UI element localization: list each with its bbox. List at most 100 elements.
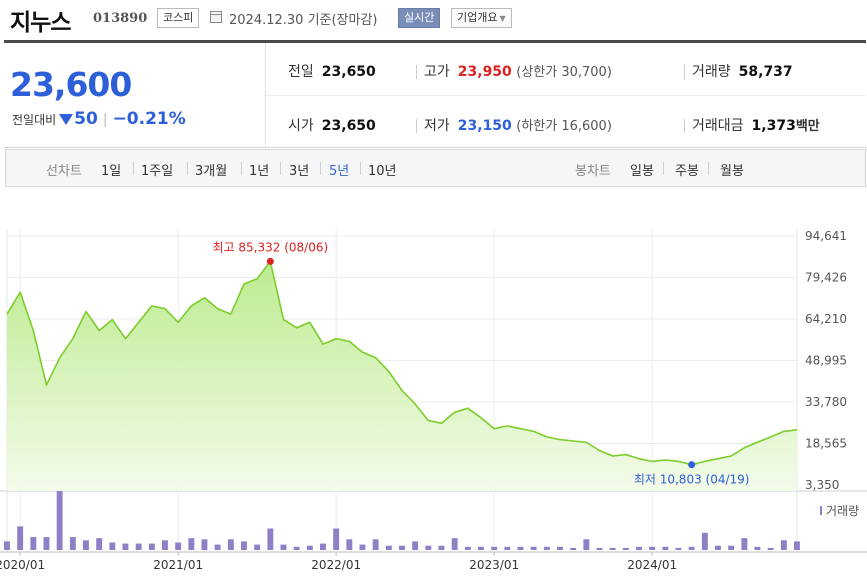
period-divider [663,162,664,175]
amount-value: 1,373 [751,118,796,134]
volume-bar [109,542,116,550]
price-chart[interactable]: 94,641 79,426 64,210 48,995 33,780 18,565 3,35… [0,188,867,578]
volume-bar [504,546,511,550]
volume-value: 58,737 [738,64,793,80]
high-value: 23,950 [457,64,512,80]
volume-bar [69,537,76,550]
volume-bar [583,539,590,550]
volume-bar [543,546,550,550]
high-price: 고가 23,950 (상한가 30,700) [424,61,612,81]
volume-bar [557,546,563,550]
min-marker [688,461,696,469]
volume-bar [320,543,326,550]
trade-amount: 거래대금 1,373백만 [692,115,820,135]
candle-monthly[interactable]: 월봉 [720,160,744,179]
company-overview-label: 기업개요 [457,11,498,24]
date-basis: 2024.12.30 기준(장마감) [229,13,378,28]
prev-close: 전일 23,650 [288,61,376,81]
volume-bar [359,544,366,550]
volume-bar [135,543,142,550]
min-annotation: 최저 10,803 (04/19) [634,473,750,487]
y-tick-label: 48,995 [805,354,847,368]
period-divider [187,162,188,175]
candle-weekly[interactable]: 주봉 [675,160,699,179]
period-3y[interactable]: 3년 [289,160,309,179]
volume-bar [227,539,234,550]
period-divider [241,162,242,175]
period-divider [133,162,134,175]
company-overview-button[interactable]: 기업개요 ▼ [451,8,512,28]
volume-bar [241,541,247,550]
current-price: 23,600 [10,65,132,104]
max-annotation: 최고 85,332 (08/06) [213,240,329,254]
volume: 거래량 58,737 [692,61,793,81]
market-badge: 코스피 [157,8,200,28]
volume-bar [175,542,182,550]
x-tick-label: 2022/01 [311,558,361,572]
y-tick-label: 79,426 [805,270,847,284]
volume-bar [754,546,761,550]
period-1y[interactable]: 1년 [249,160,269,179]
period-bar: 선차트 1일 1주일 3개월 1년 3년 5년 10년 봉차트 일봉 주봉 월봉 [5,149,866,187]
low-label: 저가 [424,118,450,134]
volume-legend-label: 거래량 [826,504,859,518]
volume-bar [438,545,445,550]
volume-bar [267,528,274,550]
volume-bar [122,543,129,550]
y-tick-label: 3,350 [805,478,839,492]
volume-bar [464,546,471,550]
volume-bar [56,491,63,550]
period-3m[interactable]: 3개월 [195,160,227,179]
candle-chart-label: 봉차트 [575,164,611,179]
volume-bar [609,547,616,550]
price-stats: 전일 23,650 고가 23,950 (상한가 30,700) 거래량 58,737… [266,43,866,148]
period-1d[interactable]: 1일 [101,160,121,179]
volume-bar [570,547,577,550]
stock-code: 013890 [93,11,148,26]
change-label: 전일대비 [12,113,57,127]
y-tick-label: 94,641 [805,229,847,243]
upper-limit: (상한가 30,700) [516,65,612,80]
price-change: 전일대비 50 | −0.21% [12,109,186,129]
period-divider [360,162,361,175]
amount-unit: 백만 [795,119,820,134]
price-panel: 23,600 전일대비 50 | −0.21% 전일 23,650 고가 23,950 (… [4,40,866,148]
realtime-button[interactable]: 실시간 [398,8,441,28]
volume-bar [451,538,458,550]
y-axis: 94,641 79,426 64,210 48,995 33,780 18,565 3,35… [805,229,847,492]
volume-bar [399,545,405,550]
change-divider: | [102,112,108,128]
volume-bar [794,541,800,550]
x-tick-label: 2021/01 [153,558,203,572]
period-5y[interactable]: 5년 [329,160,349,179]
volume-bar [188,538,195,550]
stats-divider [266,95,866,96]
y-tick-label: 33,780 [805,395,847,409]
line-chart-label: 선차트 [46,164,82,179]
x-tick-label: 2023/01 [469,558,519,572]
x-tick-label: 2020/01 [0,558,45,572]
volume-bar [478,546,484,550]
high-label: 고가 [424,64,450,80]
volume-bar [701,532,708,550]
volume-bar [43,537,50,550]
period-10y[interactable]: 10년 [368,160,397,179]
low-value: 23,150 [457,118,512,134]
volume-bar [767,547,774,550]
volume-bar [17,526,24,550]
volume-bar [385,545,392,550]
volume-bar [530,546,537,550]
stats-separator [684,119,685,133]
price-area-fill [7,261,797,491]
change-rate: −0.21% [112,109,186,129]
volume-legend-swatch [820,506,822,515]
volume-bars [4,491,800,550]
candle-daily[interactable]: 일봉 [630,160,654,179]
prev-close-label: 전일 [288,64,314,80]
stats-separator [684,65,685,79]
volume-bar [162,540,168,550]
volume-label: 거래량 [692,64,731,80]
period-divider [280,162,281,175]
period-1w[interactable]: 1주일 [141,160,173,179]
volume-legend: 거래량 [820,504,859,518]
